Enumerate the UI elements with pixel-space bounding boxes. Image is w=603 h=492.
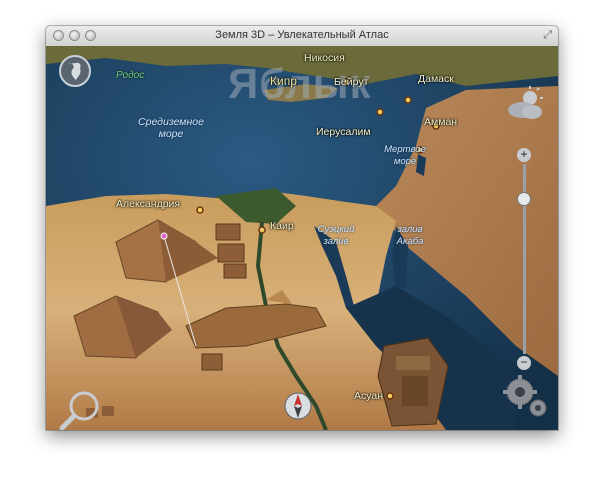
city-label-amman[interactable]: Амман (424, 116, 457, 128)
sea-label-dead-sea[interactable]: Мертвое море (380, 144, 430, 168)
city-label-jerusalem[interactable]: Иерусалим (316, 126, 371, 138)
fullscreen-icon[interactable]: ⤢ (543, 29, 552, 42)
city-label-nicosia[interactable]: Никосия (304, 52, 345, 64)
sea-label-gulf-aqaba[interactable]: залив Акаба (386, 224, 434, 248)
island-label-rhodes[interactable]: Родос (116, 70, 144, 81)
window-title: Земля 3D – Увлекательный Атлас (215, 29, 389, 41)
map-view[interactable]: Яблык Никосия Бейрут Дамаск Амман Иеруса… (46, 46, 558, 430)
city-label-beirut[interactable]: Бейрут (334, 76, 368, 88)
title-bar[interactable]: Земля 3D – Увлекательный Атлас ⤢ (46, 26, 558, 47)
gear-icon[interactable] (500, 372, 550, 420)
globe-icon[interactable] (58, 54, 92, 88)
weather-icon[interactable] (504, 86, 548, 122)
city-label-alexandria[interactable]: Александрия (116, 198, 180, 210)
sea-label-gulf-suez[interactable]: Суэцкий залив (314, 224, 358, 248)
city-label-cairo[interactable]: Каир (270, 220, 294, 232)
zoom-handle[interactable] (517, 192, 531, 206)
country-label-cyprus[interactable]: Кипр (270, 74, 297, 88)
magnifier-icon[interactable] (58, 390, 102, 430)
zoom-in-button[interactable]: + (517, 148, 531, 162)
city-label-damascus[interactable]: Дамаск (418, 73, 454, 85)
zoom-slider[interactable]: + − (516, 148, 534, 372)
app-window: Земля 3D – Увлекательный Атлас ⤢ Яблык Н… (46, 26, 558, 430)
sea-label-mediterranean[interactable]: Средиземное море (126, 116, 216, 140)
compass-icon[interactable] (284, 388, 312, 422)
zoom-out-button[interactable]: − (517, 356, 531, 370)
city-label-aswan[interactable]: Асуан (354, 390, 383, 402)
